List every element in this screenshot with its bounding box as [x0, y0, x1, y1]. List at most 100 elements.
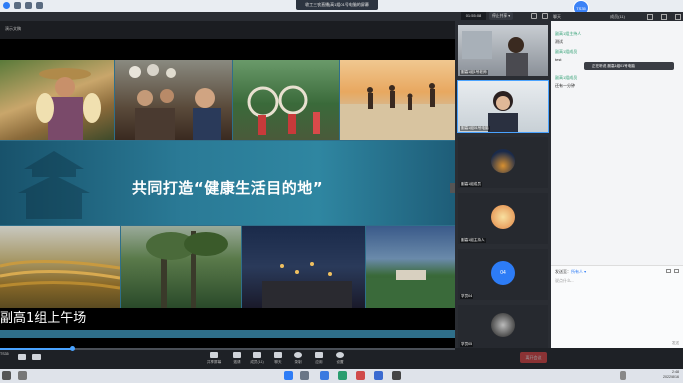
meeting-app-icon[interactable]	[320, 371, 329, 380]
slide-headline: 共同打造“健康生活目的地”	[131, 179, 324, 197]
avatar	[491, 149, 515, 173]
share-screen-button[interactable]: 共享屏幕	[203, 352, 225, 367]
chat-composer: 发送至：所有人 ▾ 说点什么... 发送	[551, 265, 683, 348]
photo-terraces	[0, 226, 120, 308]
chat-sender: 副高1组成员	[555, 49, 578, 54]
photo-dance	[233, 60, 339, 140]
layout-icon[interactable]	[531, 13, 537, 19]
chat-message: 副高1组主持人 测试	[555, 31, 581, 45]
stage-header: 演示文稿	[0, 21, 455, 39]
word-icon[interactable]	[374, 371, 383, 380]
speaker-icon[interactable]	[2, 371, 11, 380]
control-label: 录制	[294, 360, 302, 364]
network-icon[interactable]	[25, 2, 32, 9]
window-title: 收工三农直播|高1组01号电脑的屏幕	[296, 0, 378, 10]
participant-name: 副高1组1号老师	[460, 70, 488, 75]
clock-date: 2022/8/16	[663, 375, 679, 379]
system-clock[interactable]: 2:48 2022/8/16	[663, 370, 679, 380]
control-label: 应用	[315, 360, 323, 364]
photo-elders	[115, 60, 232, 140]
photo-beach	[340, 60, 455, 140]
participant-name: 学员05	[460, 342, 474, 347]
chat-input[interactable]: 说点什么...	[555, 278, 574, 284]
meeting-toolbar	[0, 12, 683, 21]
fullscreen-icon[interactable]	[542, 13, 548, 19]
chat-body: 还有一分钟	[555, 83, 575, 88]
participants-tab[interactable]: 成员(11)	[610, 14, 625, 20]
chat-body: test	[555, 57, 562, 62]
chat-body: 测试	[555, 39, 563, 44]
chat-message: 副高1组成员 还有一分钟	[555, 75, 577, 89]
app-icon[interactable]	[392, 371, 401, 380]
share-screen-icon	[210, 352, 218, 358]
avatar	[491, 205, 515, 229]
shared-screen: 演示文稿 共同打造“健康生活目的地” 副高1组上午场	[0, 21, 455, 348]
participant-name: 副高1组成员	[460, 182, 482, 187]
control-label: 聊天	[274, 360, 282, 364]
send-button[interactable]: 发送	[672, 341, 679, 346]
close-icon[interactable]	[675, 13, 681, 20]
avatar	[491, 313, 515, 337]
send-to-value[interactable]: 所有人 ▾	[571, 269, 586, 274]
camera-icon[interactable]	[32, 354, 41, 360]
progress-bar[interactable]	[0, 346, 455, 351]
control-label: 设置	[336, 360, 344, 364]
send-to-label: 发送至：	[555, 269, 571, 274]
video-tile[interactable]: 副高1组主持人	[458, 193, 548, 244]
pen-icon[interactable]	[620, 371, 626, 380]
participant-name: 副高1组主持人	[460, 238, 486, 243]
windows-start-icon[interactable]	[284, 371, 293, 380]
record-icon	[294, 352, 302, 358]
chat-tab[interactable]: 聊天	[553, 12, 561, 21]
presentation-slide: 共同打造“健康生活目的地” 副高1组上午场	[0, 60, 455, 338]
apps-icon	[315, 352, 323, 358]
search-icon[interactable]	[300, 371, 309, 380]
apps-button[interactable]: 应用	[308, 352, 330, 367]
chat-sender: 副高1组主持人	[555, 31, 582, 36]
video-tile[interactable]: 副高1组成员	[458, 137, 548, 188]
video-tile[interactable]: 学员05	[458, 305, 548, 348]
minimize-icon[interactable]	[647, 13, 653, 20]
chat-message: 副高1组成员 test	[555, 49, 577, 62]
slide-banner: 共同打造“健康生活目的地”	[0, 141, 455, 225]
subtitle-caption: 副高1组上午场	[0, 308, 455, 330]
chat-icon	[274, 352, 282, 358]
record-button[interactable]: 录制	[287, 352, 309, 367]
video-tile[interactable]: 副高1组1号老师	[458, 25, 548, 76]
speaking-toast: 正在听说 副高1组01号电脑	[584, 62, 674, 70]
settings-button[interactable]: 设置	[329, 352, 351, 367]
avatar: 04	[491, 261, 515, 285]
video-tile-speaking[interactable]: 副高1组01号电脑	[457, 80, 549, 133]
chat-button[interactable]: 聊天	[267, 352, 289, 367]
photo-village-night	[242, 226, 365, 308]
share-label: 演示文稿	[5, 26, 21, 31]
browser-icon[interactable]	[338, 371, 347, 380]
settings-icon[interactable]	[14, 2, 21, 9]
participant-name: 副高1组01号电脑	[460, 126, 490, 131]
progress-handle[interactable]	[70, 346, 75, 351]
mic-icon[interactable]	[18, 354, 26, 360]
participant-name: 学员04	[460, 294, 474, 299]
photo-forest	[121, 226, 241, 308]
image-icon[interactable]	[666, 269, 671, 273]
shield-icon[interactable]	[36, 2, 43, 9]
send-to-selector[interactable]: 发送至：所有人 ▾	[555, 269, 586, 275]
photo-farmer	[0, 60, 114, 140]
chat-panel: 副高1组主持人 测试 副高1组成员 test 正在听说 副高1组01号电脑 副高…	[551, 21, 683, 348]
control-label: 成员(11)	[250, 360, 264, 364]
gear-icon	[336, 352, 344, 358]
chat-bubble-icon[interactable]	[18, 371, 27, 380]
control-label: 共享屏幕	[206, 360, 222, 364]
restore-icon[interactable]	[661, 13, 667, 20]
media-icon[interactable]	[356, 371, 365, 380]
chat-sender: 副高1组成员	[555, 75, 578, 80]
stop-share-button[interactable]: 停止共享 ▾	[489, 12, 514, 20]
leave-meeting-button[interactable]: 离开会议	[520, 352, 547, 363]
meeting-timer: 01:55:08	[461, 12, 486, 20]
video-tile[interactable]: 04 学员04	[458, 249, 548, 300]
invite-button[interactable]: 邀请	[226, 352, 248, 367]
file-icon[interactable]	[674, 269, 679, 273]
photo-valley	[366, 226, 455, 308]
members-button[interactable]: 成员(11)	[246, 352, 268, 367]
video-panel: 副高1组1号老师 副高1组01号电脑 副高1组成员 副高1组主持人 04 学员0…	[455, 21, 551, 348]
